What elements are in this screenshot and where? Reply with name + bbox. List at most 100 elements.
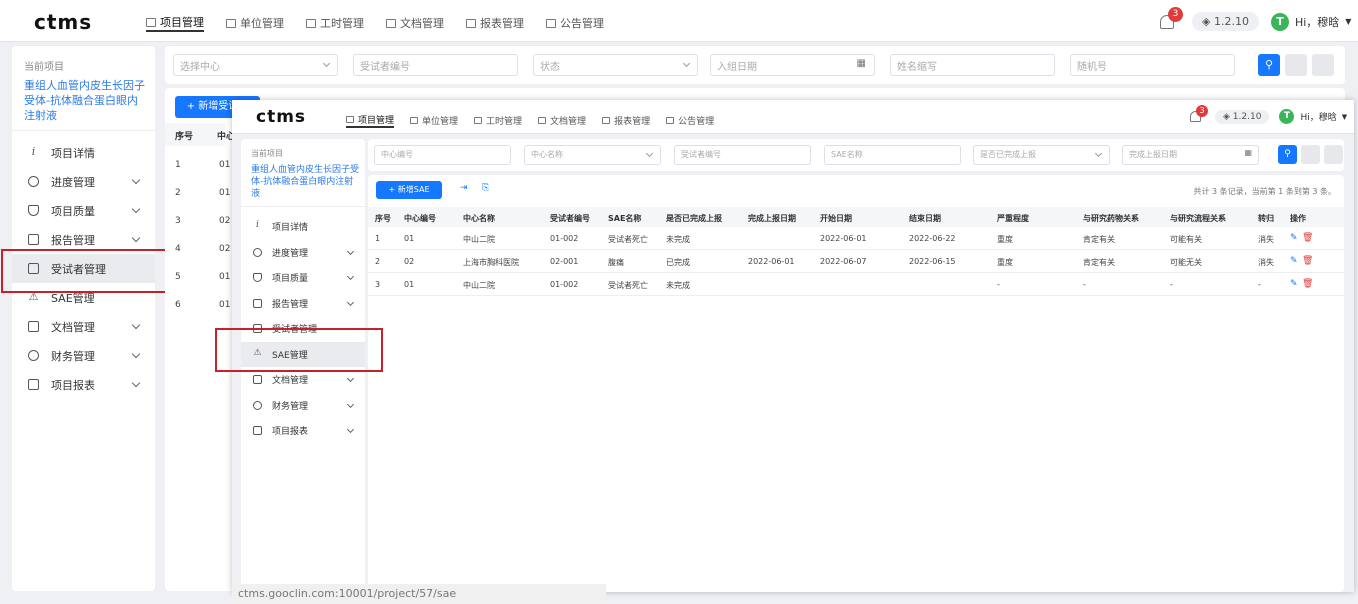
menu-proj-report[interactable]: 项目报表	[12, 370, 155, 399]
building-icon	[226, 18, 236, 28]
cell: 可能无关	[1170, 258, 1202, 267]
notice-icon	[666, 117, 675, 124]
chevron-down-icon[interactable]: ▼	[1345, 17, 1351, 26]
cell: 肯定有关	[1083, 235, 1115, 244]
table-row[interactable]: 2 02 上海市胸科医院 02-001 腹痛 已完成 2022-06-01 2022-06-0…	[368, 250, 1344, 273]
search-button[interactable]: ⚲	[1258, 54, 1280, 76]
chevron-down-icon	[131, 204, 141, 214]
fg-menu-progress[interactable]: 进度管理	[241, 240, 365, 266]
fg-menu-quality[interactable]: 项目质量	[241, 265, 365, 291]
report-icon	[602, 117, 611, 124]
menu-label: 报告管理	[272, 299, 309, 310]
fg-collapse-button[interactable]	[1324, 145, 1343, 164]
table-row[interactable]: 3 01 中山二院 01-002 受试者死亡 未完成 - - - - ✎ 🗑	[368, 273, 1344, 296]
nav-worktime[interactable]: 工时管理	[306, 15, 364, 31]
chevron-down-icon	[346, 374, 355, 383]
calendar-icon	[306, 18, 316, 28]
menu-label: 项目质量	[51, 204, 95, 218]
nav-label: 项目管理	[160, 16, 204, 29]
delete-icon[interactable]: 🗑	[1302, 233, 1313, 243]
fg-nav-notice[interactable]: 公告管理	[666, 114, 714, 127]
col-header: 是否已完成上报	[666, 214, 722, 223]
cell: 受试者死亡	[608, 235, 648, 244]
fg-nav-project[interactable]: 项目管理	[346, 113, 395, 128]
nav-notice[interactable]: 公告管理	[546, 15, 604, 31]
edit-icon[interactable]: ✎	[1290, 256, 1298, 266]
col-header: 中心名称	[463, 214, 495, 223]
chevron-down-icon	[131, 320, 141, 330]
chevron-down-icon	[322, 59, 331, 68]
bell-icon[interactable]: 3	[1190, 105, 1208, 122]
enroll-date-input[interactable]: 入组日期 ▦	[710, 54, 875, 76]
avatar[interactable]: T	[1270, 12, 1289, 31]
chevron-down-icon[interactable]: ▼	[1342, 113, 1347, 121]
fg-center-no-input[interactable]: 中心编号	[374, 145, 511, 165]
fg-nav-unit[interactable]: 单位管理	[410, 114, 458, 127]
fg-menu-proj-report[interactable]: 项目报表	[241, 418, 365, 444]
fg-menu-finance[interactable]: 财务管理	[241, 393, 365, 419]
cell: -	[1083, 280, 1086, 289]
nav-label: 项目管理	[358, 116, 395, 126]
collapse-button[interactable]	[1312, 54, 1334, 76]
clipboard-icon	[28, 234, 39, 245]
fg-filter-bar: 中心编号 中心名称 受试者编号 SAE名称 是否已完成上报 完成上报日期 ▦ ⚲	[368, 139, 1344, 171]
reset-button[interactable]	[1285, 54, 1307, 76]
fg-reported-select[interactable]: 是否已完成上报	[973, 145, 1110, 165]
nav-label: 文档管理	[400, 17, 444, 30]
menu-label: 项目质量	[272, 274, 309, 285]
fg-version-badge: ◈ 1.2.10	[1215, 109, 1270, 124]
fg-search-button[interactable]: ⚲	[1278, 145, 1297, 164]
fg-app-logo[interactable]: ctms	[256, 107, 306, 127]
nav-unit[interactable]: 单位管理	[226, 15, 284, 31]
bell-icon[interactable]: 3	[1160, 6, 1183, 29]
subject-no-input[interactable]: 受试者编号	[353, 54, 518, 76]
fg-nav-reports[interactable]: 报表管理	[602, 114, 650, 127]
app-logo[interactable]: ctms	[34, 10, 92, 34]
menu-project-detail[interactable]: i 项目详情	[12, 138, 155, 167]
menu-finance[interactable]: 财务管理	[12, 341, 155, 370]
edit-icon[interactable]: ✎	[1290, 233, 1298, 243]
folder-icon	[538, 117, 547, 124]
delete-icon[interactable]: 🗑	[1302, 279, 1313, 289]
fg-center-name-select[interactable]: 中心名称	[524, 145, 661, 165]
chevron-down-icon	[131, 378, 141, 388]
menu-docs[interactable]: 文档管理	[12, 312, 155, 341]
col-header: 序号	[175, 132, 194, 142]
folder-icon	[253, 375, 262, 385]
fg-user-menu[interactable]: Hi，穆晗	[1300, 110, 1336, 123]
user-menu[interactable]: Hi，穆晗	[1295, 14, 1339, 30]
sae-screenshot-overlay: ctms 项目管理 单位管理 工时管理 文档管理 报表管理 公告管理 3 ◈ 1…	[215, 100, 1354, 592]
fg-menu-project-detail[interactable]: i 项目详情	[241, 214, 365, 240]
fg-nav-worktime[interactable]: 工时管理	[474, 114, 522, 127]
random-no-input[interactable]: 随机号	[1070, 54, 1235, 76]
chevron-down-icon	[131, 233, 141, 243]
fg-report-date-input[interactable]: 完成上报日期 ▦	[1122, 145, 1259, 165]
fg-avatar[interactable]: T	[1279, 109, 1295, 124]
fg-sae-table-card: + 新增SAE ⇥ ⎘ 共计 3 条记录，当前第 1 条到第 3 条。 序号 中心…	[368, 175, 1344, 592]
table-row[interactable]: 1 01 中山二院 01-002 受试者死亡 未完成 2022-06-01 2022-06-2…	[368, 227, 1344, 250]
clock-icon	[28, 176, 39, 187]
nav-label: 报表管理	[480, 17, 524, 30]
cell: 未完成	[666, 235, 690, 244]
fg-subject-no-input[interactable]: 受试者编号	[674, 145, 811, 165]
status-select[interactable]: 状态	[533, 54, 698, 76]
current-project-name[interactable]: 重组人血管内皮生长因子受体-抗体融合蛋白眼内注射液	[24, 78, 148, 123]
fg-current-project-name[interactable]: 重组人血管内皮生长因子受体-抗体融合蛋白眼内注射液	[251, 164, 359, 200]
initials-input[interactable]: 姓名缩写	[890, 54, 1055, 76]
fg-sae-name-input[interactable]: SAE名称	[824, 145, 961, 165]
center-select[interactable]: 选择中心	[173, 54, 338, 76]
menu-quality[interactable]: 项目质量	[12, 196, 155, 225]
nav-label: 报表管理	[614, 117, 651, 127]
fg-menu-report[interactable]: 报告管理	[241, 291, 365, 317]
menu-progress[interactable]: 进度管理	[12, 167, 155, 196]
menu-label: 报告管理	[51, 233, 95, 247]
nav-docs[interactable]: 文档管理	[386, 15, 444, 31]
edit-icon[interactable]: ✎	[1290, 279, 1298, 289]
fg-reset-button[interactable]	[1301, 145, 1320, 164]
placeholder: 状态	[540, 62, 560, 73]
cell: 2022-06-01	[748, 257, 795, 266]
delete-icon[interactable]: 🗑	[1302, 256, 1313, 266]
fg-nav-docs[interactable]: 文档管理	[538, 114, 586, 127]
nav-project[interactable]: 项目管理	[146, 14, 204, 32]
nav-reports[interactable]: 报表管理	[466, 15, 524, 31]
